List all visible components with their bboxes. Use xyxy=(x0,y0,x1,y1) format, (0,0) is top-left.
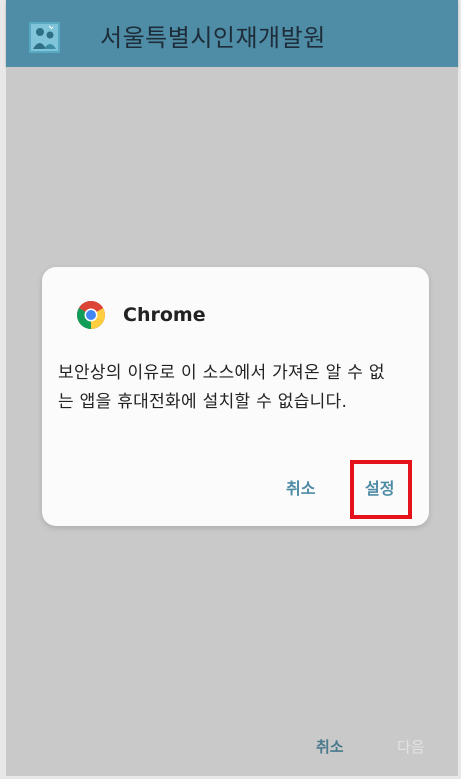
app-bar: 서울특별시인재개발원 xyxy=(6,0,458,67)
chrome-icon xyxy=(76,300,106,330)
app-title: 서울특별시인재개발원 xyxy=(100,24,326,52)
bottom-next-button[interactable]: 다음 xyxy=(397,737,425,757)
settings-highlight-box xyxy=(350,460,412,519)
bottom-cancel-button[interactable]: 취소 xyxy=(316,737,344,757)
app-logo-icon xyxy=(29,22,60,53)
dialog-message: 보안상의 이유로 이 소스에서 가져온 알 수 없는 앱을 휴대전화에 설치할 … xyxy=(58,363,385,412)
dialog-cancel-button[interactable]: 취소 xyxy=(286,478,315,500)
dialog-title: Chrome xyxy=(123,304,206,326)
